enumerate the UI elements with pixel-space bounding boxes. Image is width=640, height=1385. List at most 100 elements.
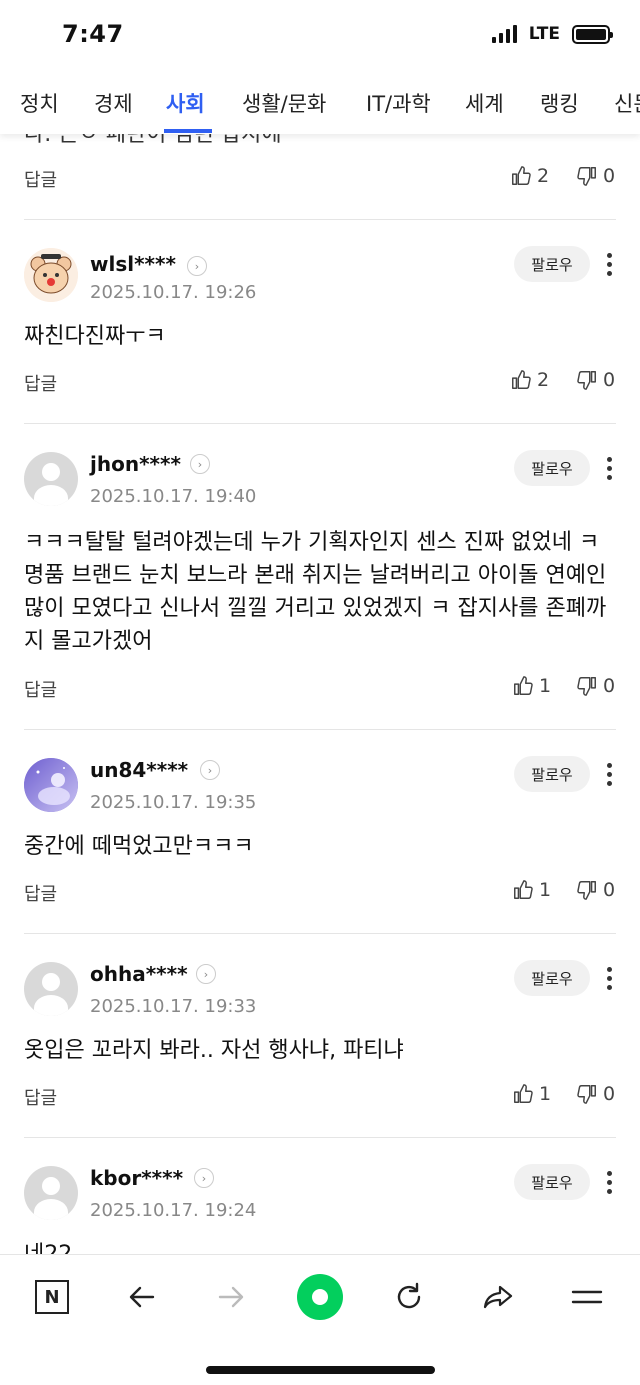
like-button[interactable]: 1 xyxy=(512,879,551,901)
dislike-count: 0 xyxy=(603,1083,616,1105)
username[interactable]: kbor**** xyxy=(90,1166,183,1190)
username[interactable]: wlsl**** xyxy=(90,252,176,276)
thumbs-up-icon xyxy=(514,1084,533,1103)
comment-text: 옷입은 꼬라지 봐라.. 자선 행사냐, 파티냐 xyxy=(24,1038,404,1063)
thumbs-down-icon xyxy=(577,677,596,696)
more-options-icon[interactable] xyxy=(598,246,620,282)
user-avatar[interactable] xyxy=(24,452,78,506)
tab-society[interactable]: 사회 xyxy=(166,88,205,118)
comment-timestamp: 2025.10.17. 19:40 xyxy=(90,486,257,507)
username[interactable]: jhon**** xyxy=(90,452,181,476)
bottom-toolbar: N xyxy=(0,1254,640,1385)
like-button[interactable]: 2 xyxy=(510,165,549,187)
back-arrow-icon[interactable] xyxy=(114,1275,170,1319)
reply-button[interactable]: 답글 xyxy=(24,880,57,906)
chevron-right-icon[interactable]: › xyxy=(200,760,220,780)
battery-icon xyxy=(572,24,613,44)
follow-button[interactable]: 팔로우 xyxy=(514,450,590,486)
like-count: 1 xyxy=(539,1083,552,1105)
chevron-right-icon[interactable]: › xyxy=(187,256,207,276)
menu-icon[interactable] xyxy=(559,1275,615,1319)
thumbs-down-icon xyxy=(577,1085,596,1104)
thumbs-up-icon xyxy=(512,166,531,185)
tab-life-culture[interactable]: 생활/문화 xyxy=(242,88,326,118)
reply-button[interactable]: 답글 xyxy=(24,1084,57,1110)
network-label: LTE xyxy=(528,24,560,44)
tab-economy[interactable]: 경제 xyxy=(94,88,133,118)
comment-list: 다. 근ㅇ 페란이 넘던 잡지에 답글 2 0 wlsl**** › 2025.… xyxy=(0,134,640,1254)
thumbs-up-icon xyxy=(512,370,531,389)
dislike-button[interactable]: 0 xyxy=(576,1083,615,1105)
dislike-count: 0 xyxy=(603,369,616,391)
follow-button[interactable]: 팔로우 xyxy=(514,756,590,792)
purple-avatar-icon xyxy=(24,758,78,812)
username[interactable]: ohha**** xyxy=(90,962,188,986)
more-options-icon[interactable] xyxy=(598,450,620,486)
like-button[interactable]: 1 xyxy=(512,675,551,697)
naver-home-icon[interactable]: N xyxy=(24,1275,80,1319)
tab-world[interactable]: 세계 xyxy=(465,88,504,118)
forward-arrow-icon[interactable] xyxy=(203,1275,259,1319)
like-count: 1 xyxy=(539,879,552,901)
status-time: 7:47 xyxy=(62,20,124,48)
chevron-right-icon[interactable]: › xyxy=(190,454,210,474)
comment-text: 다. 근ㅇ 페란이 넘던 잡지에 xyxy=(24,134,282,147)
more-options-icon[interactable] xyxy=(598,756,620,792)
signal-icon xyxy=(491,25,517,43)
dislike-button[interactable]: 0 xyxy=(576,675,615,697)
divider xyxy=(24,219,616,220)
reply-button[interactable]: 답글 xyxy=(24,676,57,702)
dislike-count: 0 xyxy=(603,675,616,697)
username[interactable]: un84**** xyxy=(90,758,188,782)
reply-button[interactable]: 답글 xyxy=(24,370,57,396)
thumbs-up-icon xyxy=(514,880,533,899)
thumbs-down-icon xyxy=(577,881,596,900)
chevron-right-icon[interactable]: › xyxy=(194,1168,214,1188)
tab-politics[interactable]: 정치 xyxy=(20,88,59,118)
reply-button[interactable]: 답글 xyxy=(24,166,57,192)
user-avatar[interactable] xyxy=(24,248,78,302)
comment-timestamp: 2025.10.17. 19:33 xyxy=(90,996,257,1017)
tab-newspaper[interactable]: 신문 xyxy=(614,88,640,118)
follow-button[interactable]: 팔로우 xyxy=(514,1164,590,1200)
green-dot-icon[interactable] xyxy=(292,1274,348,1320)
divider xyxy=(24,729,616,730)
more-options-icon[interactable] xyxy=(598,960,620,996)
comment-text: 네22 xyxy=(24,1238,614,1254)
active-tab-indicator xyxy=(164,129,212,133)
like-count: 2 xyxy=(537,165,550,187)
user-avatar[interactable] xyxy=(24,758,78,812)
category-tabs: 정치 경제 사회 생활/문화 IT/과학 세계 랭킹 신문 xyxy=(0,72,640,134)
tab-it-science[interactable]: IT/과학 xyxy=(366,88,431,118)
like-button[interactable]: 2 xyxy=(510,369,549,391)
comment-text: ㅋㅋㅋ탈탈 털려야겠는데 누가 기획자인지 센스 진짜 없었네 ㅋ 명품 브랜드… xyxy=(24,530,607,654)
divider xyxy=(24,1137,616,1138)
divider xyxy=(24,423,616,424)
comment-text: 짜친다진짜ㅜㅋ xyxy=(24,324,166,349)
more-options-icon[interactable] xyxy=(598,1164,620,1200)
follow-button[interactable]: 팔로우 xyxy=(514,246,590,282)
dislike-count: 0 xyxy=(603,879,616,901)
dislike-count: 0 xyxy=(603,165,616,187)
comment-timestamp: 2025.10.17. 19:35 xyxy=(90,792,257,813)
home-indicator xyxy=(206,1366,435,1374)
tab-ranking[interactable]: 랭킹 xyxy=(540,88,579,118)
share-icon[interactable] xyxy=(470,1275,526,1319)
comment-timestamp: 2025.10.17. 19:24 xyxy=(90,1200,257,1221)
user-avatar[interactable] xyxy=(24,1166,78,1220)
follow-button[interactable]: 팔로우 xyxy=(514,960,590,996)
status-bar: 7:47 LTE xyxy=(0,0,640,72)
dislike-button[interactable]: 0 xyxy=(576,165,615,187)
status-icons: LTE xyxy=(491,24,613,44)
like-count: 2 xyxy=(537,369,550,391)
dislike-button[interactable]: 0 xyxy=(576,879,615,901)
refresh-icon[interactable] xyxy=(381,1275,437,1319)
comment-timestamp: 2025.10.17. 19:26 xyxy=(90,282,257,303)
comment-text: 중간에 떼먹었고만ㅋㅋㅋ xyxy=(24,834,254,859)
dislike-button[interactable]: 0 xyxy=(576,369,615,391)
thumbs-up-icon xyxy=(514,676,533,695)
thumbs-down-icon xyxy=(577,167,596,186)
like-button[interactable]: 1 xyxy=(512,1083,551,1105)
user-avatar[interactable] xyxy=(24,962,78,1016)
chevron-right-icon[interactable]: › xyxy=(196,964,216,984)
